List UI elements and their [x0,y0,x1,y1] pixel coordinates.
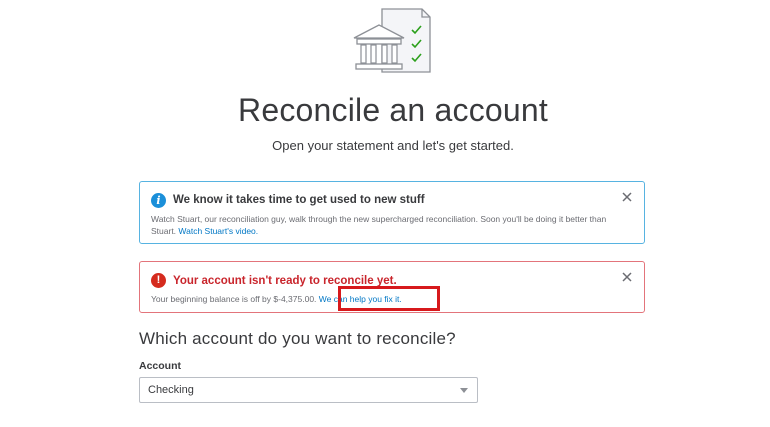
bank-statement-checklist-icon [353,8,431,73]
page-subtitle: Open your statement and let's get starte… [272,138,514,153]
page-title: Reconcile an account [238,92,548,128]
account-label: Account [139,360,181,372]
error-icon: ! [151,273,166,288]
highlight-annotation [338,286,440,311]
info-banner-title: We know it takes time to get used to new… [173,194,425,206]
watch-video-link[interactable]: Watch Stuart's video. [178,226,258,236]
info-icon: i [151,193,166,208]
account-select-value: Checking [148,384,194,396]
account-question: Which account do you want to reconcile? [139,329,456,348]
reconcile-page: Reconcile an account Open your statement… [0,0,770,427]
close-icon[interactable] [620,270,634,284]
account-select[interactable]: Checking [139,377,478,403]
close-icon[interactable] [620,190,634,204]
chevron-down-icon[interactable] [460,388,468,393]
info-banner-message: Watch Stuart, our reconciliation guy, wa… [151,213,631,237]
info-banner: i We know it takes time to get used to n… [139,181,645,244]
error-banner-text: Your beginning balance is off by $-4,375… [151,294,319,304]
